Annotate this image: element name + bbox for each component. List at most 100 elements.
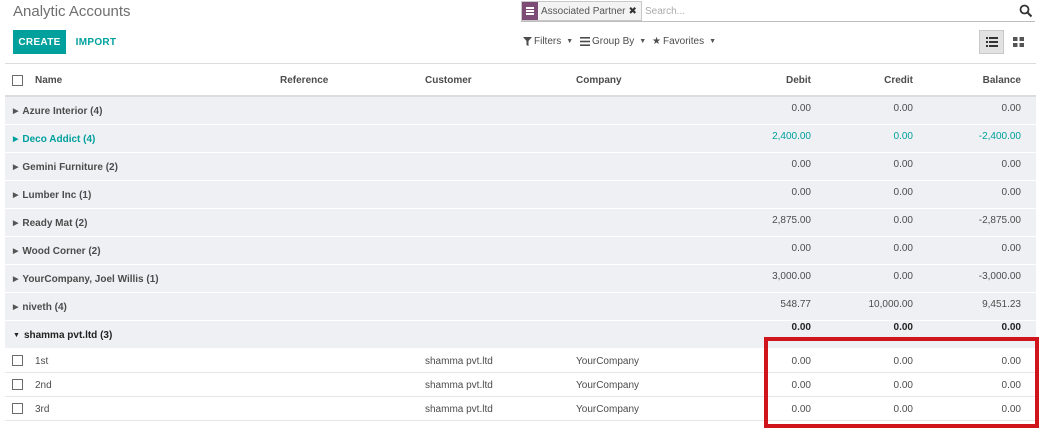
cell-balance: 0.00 bbox=[1001, 404, 1021, 415]
group-balance: -2,875.00 bbox=[978, 215, 1021, 226]
cell-balance: 0.00 bbox=[1001, 380, 1021, 391]
group-name: shamma pvt.ltd (3) bbox=[23, 329, 113, 341]
cell-name: 1st bbox=[35, 356, 49, 367]
cell-debit: 0.00 bbox=[791, 356, 811, 367]
group-by-icon bbox=[580, 36, 590, 46]
group-row-expanded[interactable]: ▼ shamma pvt.ltd (3) 0.00 0.00 0.00 bbox=[5, 321, 1036, 349]
star-icon: ★ bbox=[652, 35, 661, 47]
group-debit: 2,400.00 bbox=[772, 131, 811, 142]
search-bar: Associated Partner ✖ bbox=[521, 1, 1035, 22]
column-header-reference[interactable]: Reference bbox=[280, 75, 328, 86]
group-name: Gemini Furniture (2) bbox=[22, 161, 118, 173]
group-credit: 0.00 bbox=[893, 131, 913, 142]
group-credit: 10,000.00 bbox=[868, 299, 914, 310]
table-row[interactable]: 2nd shamma pvt.ltd YourCompany 0.00 0.00… bbox=[5, 373, 1036, 397]
facet-label: Associated Partner bbox=[541, 5, 626, 17]
group-credit: 0.00 bbox=[893, 215, 913, 226]
filters-dropdown[interactable]: Filters ▼ bbox=[523, 33, 573, 49]
group-debit: 0.00 bbox=[791, 322, 811, 333]
analytic-accounts-table: Name Reference Customer Company Debit Cr… bbox=[5, 63, 1036, 421]
row-checkbox[interactable] bbox=[12, 355, 23, 366]
group-balance: -3,000.00 bbox=[978, 271, 1021, 282]
cell-name: 2nd bbox=[35, 380, 52, 391]
cell-debit: 0.00 bbox=[791, 380, 811, 391]
column-header-debit[interactable]: Debit bbox=[731, 75, 811, 86]
caret-right-icon: ▶ bbox=[13, 248, 19, 255]
cell-debit: 0.00 bbox=[791, 404, 811, 415]
column-header-credit[interactable]: Credit bbox=[833, 75, 913, 86]
cell-credit: 0.00 bbox=[893, 356, 913, 367]
group-credit: 0.00 bbox=[893, 322, 913, 333]
group-row[interactable]: ▶ Ready Mat (2) 2,875.00 0.00 -2,875.00 bbox=[5, 209, 1036, 237]
group-row[interactable]: ▶ niveth (4) 548.77 10,000.00 9,451.23 bbox=[5, 293, 1036, 321]
import-button[interactable]: IMPORT bbox=[71, 30, 121, 54]
chevron-down-icon: ▼ bbox=[566, 37, 574, 45]
caret-right-icon: ▶ bbox=[13, 304, 19, 311]
cell-credit: 0.00 bbox=[893, 380, 913, 391]
cell-company: YourCompany bbox=[576, 356, 640, 367]
group-balance: 0.00 bbox=[1001, 187, 1021, 198]
group-name: Lumber Inc (1) bbox=[22, 189, 92, 201]
chevron-down-icon: ▼ bbox=[639, 37, 647, 45]
group-credit: 0.00 bbox=[893, 103, 913, 114]
group-balance: 0.00 bbox=[1001, 243, 1021, 254]
group-row[interactable]: ▶ Lumber Inc (1) 0.00 0.00 0.00 bbox=[5, 181, 1036, 209]
create-button[interactable]: CREATE bbox=[13, 30, 66, 54]
column-header-company[interactable]: Company bbox=[576, 75, 622, 86]
column-header-customer[interactable]: Customer bbox=[425, 75, 472, 86]
group-debit: 0.00 bbox=[791, 103, 811, 114]
caret-right-icon: ▶ bbox=[13, 164, 19, 171]
kanban-view-button[interactable] bbox=[1006, 30, 1031, 54]
caret-right-icon: ▶ bbox=[13, 136, 19, 143]
group-debit: 0.00 bbox=[791, 243, 811, 254]
cell-customer: shamma pvt.ltd bbox=[425, 404, 493, 415]
column-header-balance[interactable]: Balance bbox=[941, 75, 1021, 86]
group-row[interactable]: ▶ YourCompany, Joel Willis (1) 3,000.00 0… bbox=[5, 265, 1036, 293]
filter-icon bbox=[523, 36, 532, 46]
search-facet[interactable]: Associated Partner ✖ bbox=[521, 1, 642, 21]
group-name: Wood Corner (2) bbox=[22, 245, 101, 257]
group-balance: -2,400.00 bbox=[978, 131, 1021, 142]
group-row[interactable]: ▶ Deco Addict (4) 2,400.00 0.00 -2,400.00 bbox=[5, 125, 1036, 153]
search-icon[interactable] bbox=[1019, 4, 1033, 18]
row-checkbox[interactable] bbox=[12, 379, 23, 390]
cell-credit: 0.00 bbox=[893, 404, 913, 415]
caret-down-icon: ▼ bbox=[13, 331, 20, 339]
group-by-label: Group By bbox=[592, 35, 635, 47]
cell-balance: 0.00 bbox=[1001, 356, 1021, 367]
row-checkbox[interactable] bbox=[12, 403, 23, 414]
facet-remove-icon[interactable]: ✖ bbox=[629, 6, 641, 17]
group-name: niveth (4) bbox=[22, 301, 67, 313]
group-credit: 0.00 bbox=[893, 159, 913, 170]
group-credit: 0.00 bbox=[893, 271, 913, 282]
group-balance: 9,451.23 bbox=[982, 299, 1021, 310]
group-row[interactable]: ▶ Azure Interior (4) 0.00 0.00 0.00 bbox=[5, 97, 1036, 125]
table-row[interactable]: 1st shamma pvt.ltd YourCompany 0.00 0.00… bbox=[5, 349, 1036, 373]
list-view-icon bbox=[985, 37, 998, 47]
cell-company: YourCompany bbox=[576, 404, 640, 415]
group-row[interactable]: ▶ Wood Corner (2) 0.00 0.00 0.00 bbox=[5, 237, 1036, 265]
group-by-dropdown[interactable]: Group By ▼ bbox=[580, 33, 646, 49]
chevron-down-icon: ▼ bbox=[709, 37, 717, 45]
caret-right-icon: ▶ bbox=[13, 276, 19, 283]
kanban-view-icon bbox=[1013, 37, 1024, 47]
group-row[interactable]: ▶ Gemini Furniture (2) 0.00 0.00 0.00 bbox=[5, 153, 1036, 181]
group-debit: 0.00 bbox=[791, 187, 811, 198]
group-name: Deco Addict (4) bbox=[22, 133, 96, 145]
group-debit: 2,875.00 bbox=[772, 215, 811, 226]
cell-name: 3rd bbox=[35, 404, 50, 415]
group-credit: 0.00 bbox=[893, 187, 913, 198]
group-by-facet-icon bbox=[522, 2, 538, 20]
list-view-button[interactable] bbox=[979, 30, 1004, 54]
group-balance: 0.00 bbox=[1001, 103, 1021, 114]
filters-label: Filters bbox=[534, 35, 562, 47]
cell-company: YourCompany bbox=[576, 380, 640, 391]
group-name: Ready Mat (2) bbox=[22, 217, 88, 229]
favorites-dropdown[interactable]: ★ Favorites ▼ bbox=[652, 33, 716, 49]
group-credit: 0.00 bbox=[893, 243, 913, 254]
search-input[interactable] bbox=[645, 3, 1005, 19]
select-all-checkbox[interactable] bbox=[12, 75, 23, 86]
column-header-name[interactable]: Name bbox=[35, 75, 62, 86]
group-name: Azure Interior (4) bbox=[22, 105, 103, 117]
table-row[interactable]: 3rd shamma pvt.ltd YourCompany 0.00 0.00… bbox=[5, 397, 1036, 421]
